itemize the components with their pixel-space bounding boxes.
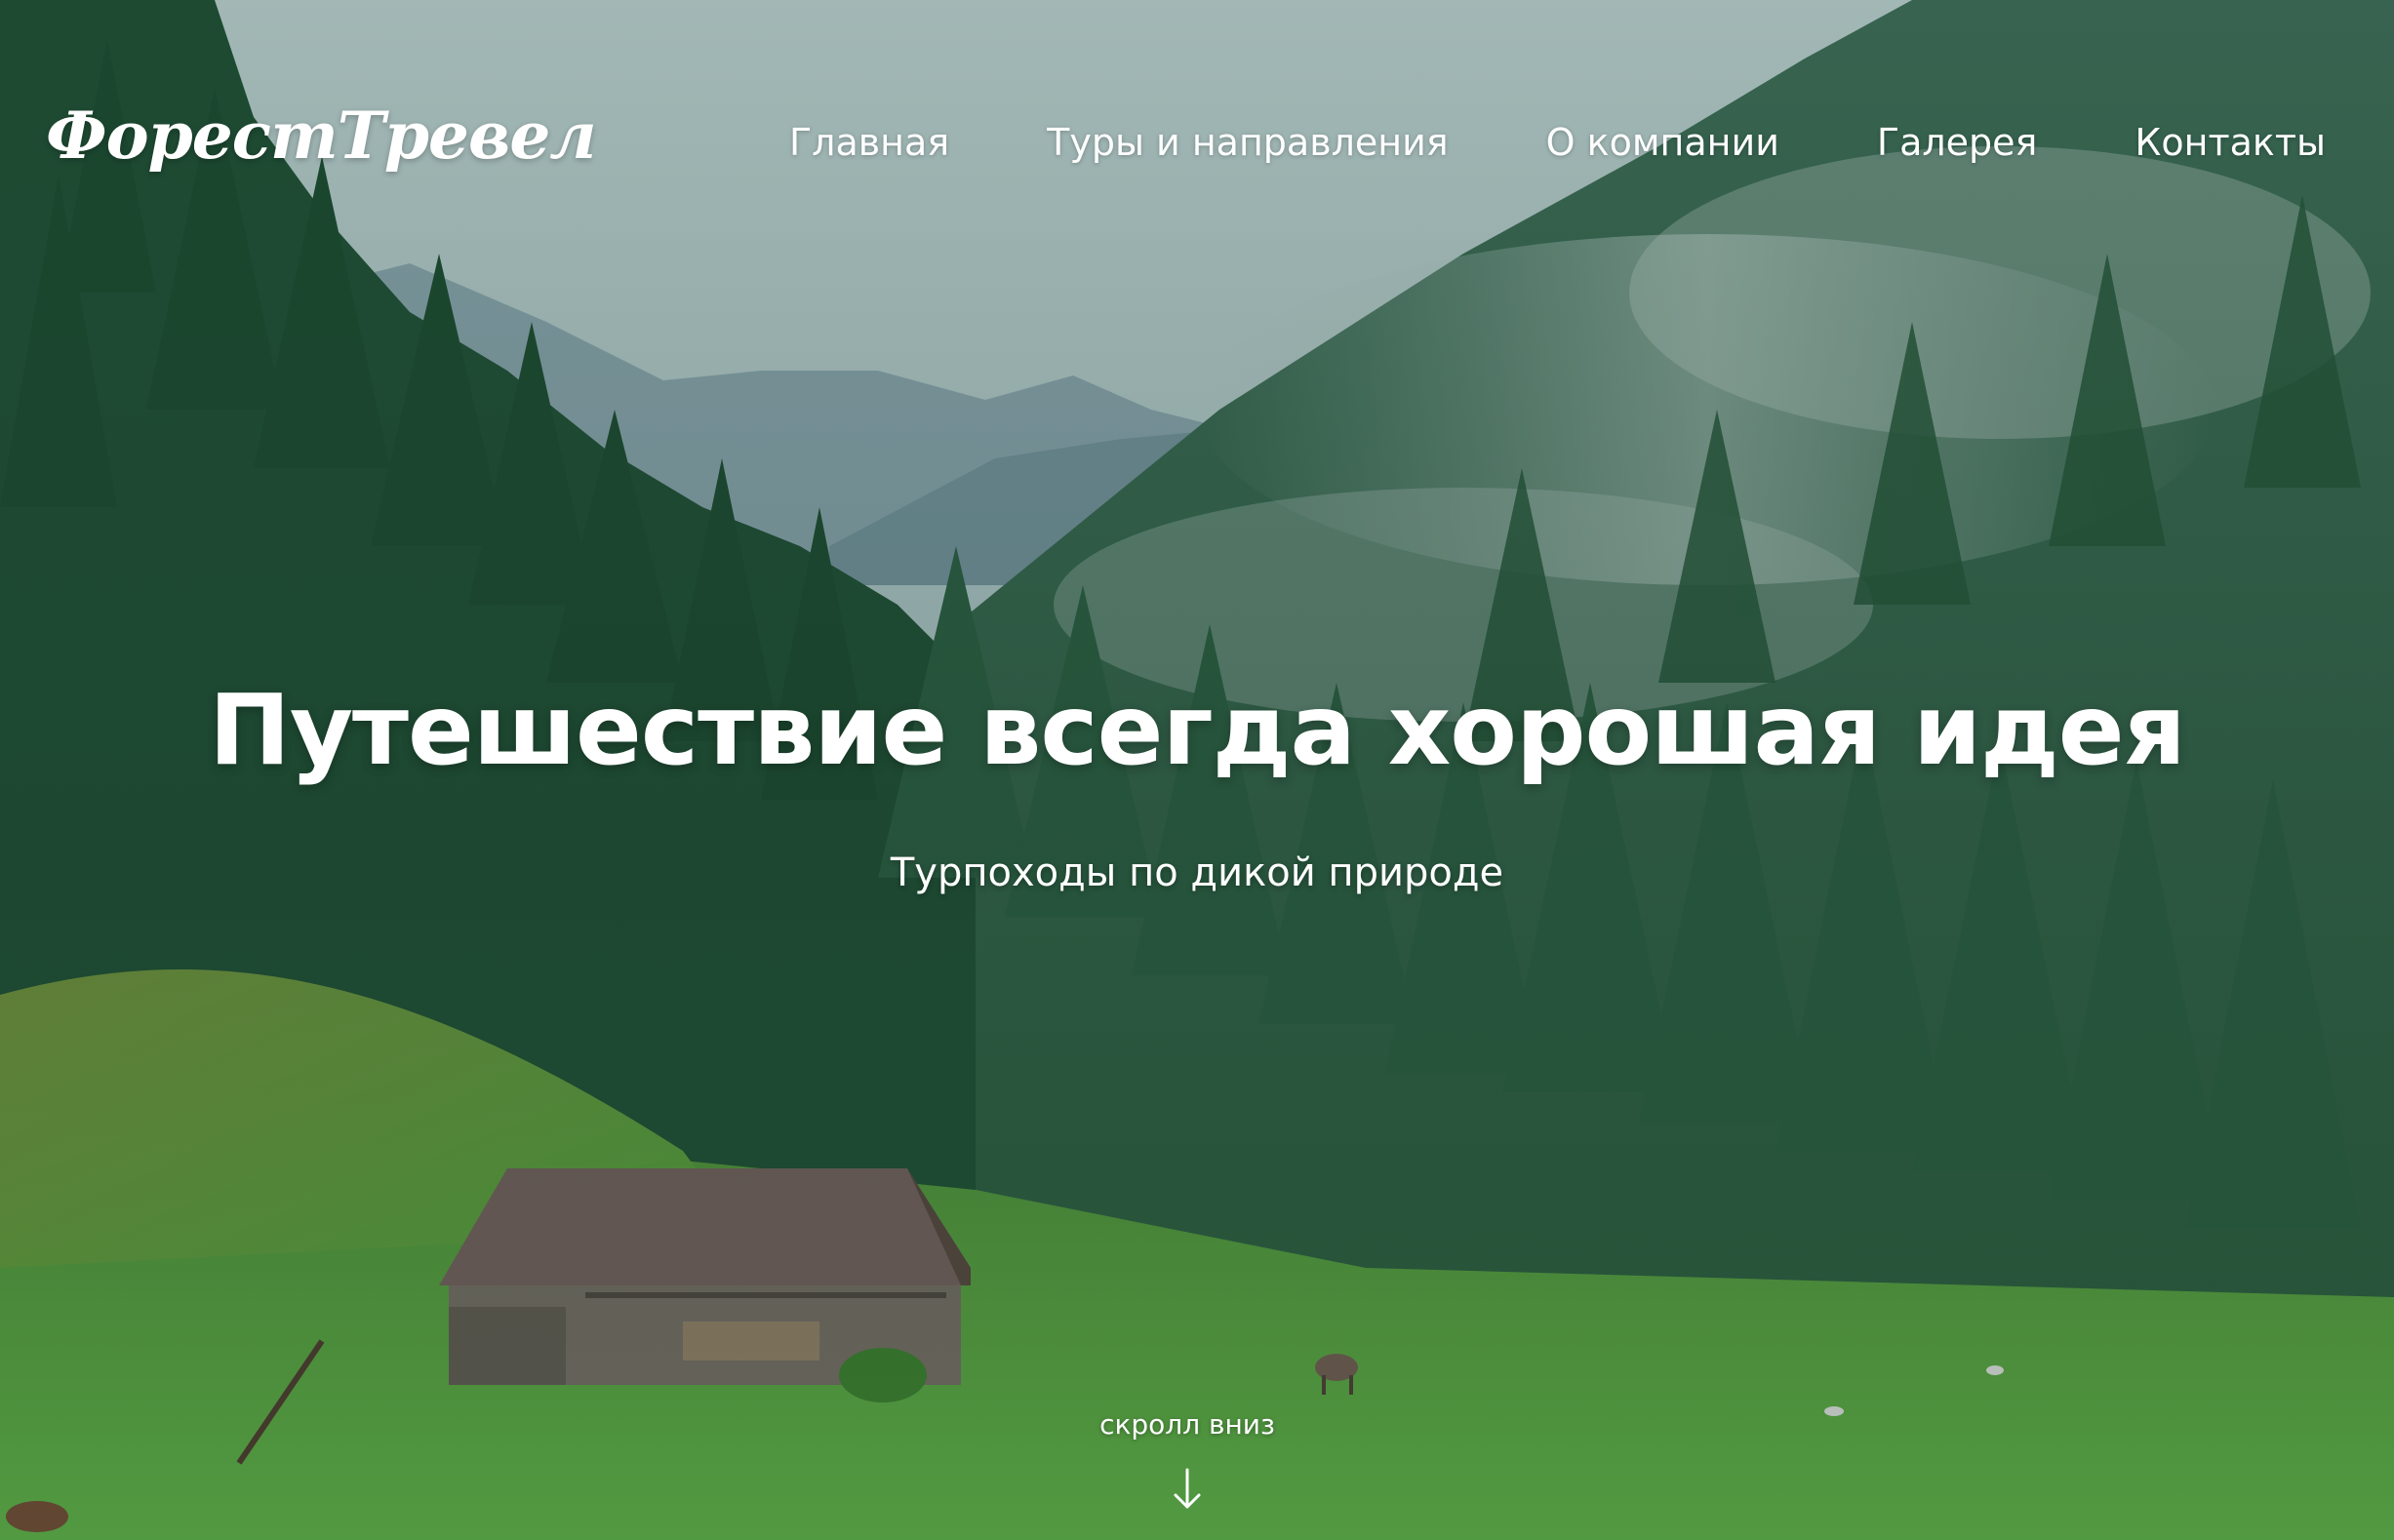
nav-link-contacts[interactable]: Контакты	[2135, 121, 2326, 164]
scroll-down-link[interactable]: скролл вниз	[1090, 1408, 1285, 1441]
nav-link-about[interactable]: О компании	[1546, 121, 1779, 164]
nav-link-tours[interactable]: Туры и направления	[1047, 121, 1449, 164]
nav-link-gallery[interactable]: Галерея	[1877, 121, 2038, 164]
hero-subtitle: Турпоходы по дикой природе	[890, 850, 1504, 895]
nav-link-home[interactable]: Главная	[789, 121, 949, 164]
site-logo[interactable]: ФорестТревел	[46, 98, 597, 174]
main-navigation: Главная Туры и направления О компании Га…	[789, 121, 2326, 164]
arrow-down-icon[interactable]	[1168, 1466, 1207, 1513]
hero-title: Путешествие всегда хорошая идея	[209, 673, 2186, 787]
